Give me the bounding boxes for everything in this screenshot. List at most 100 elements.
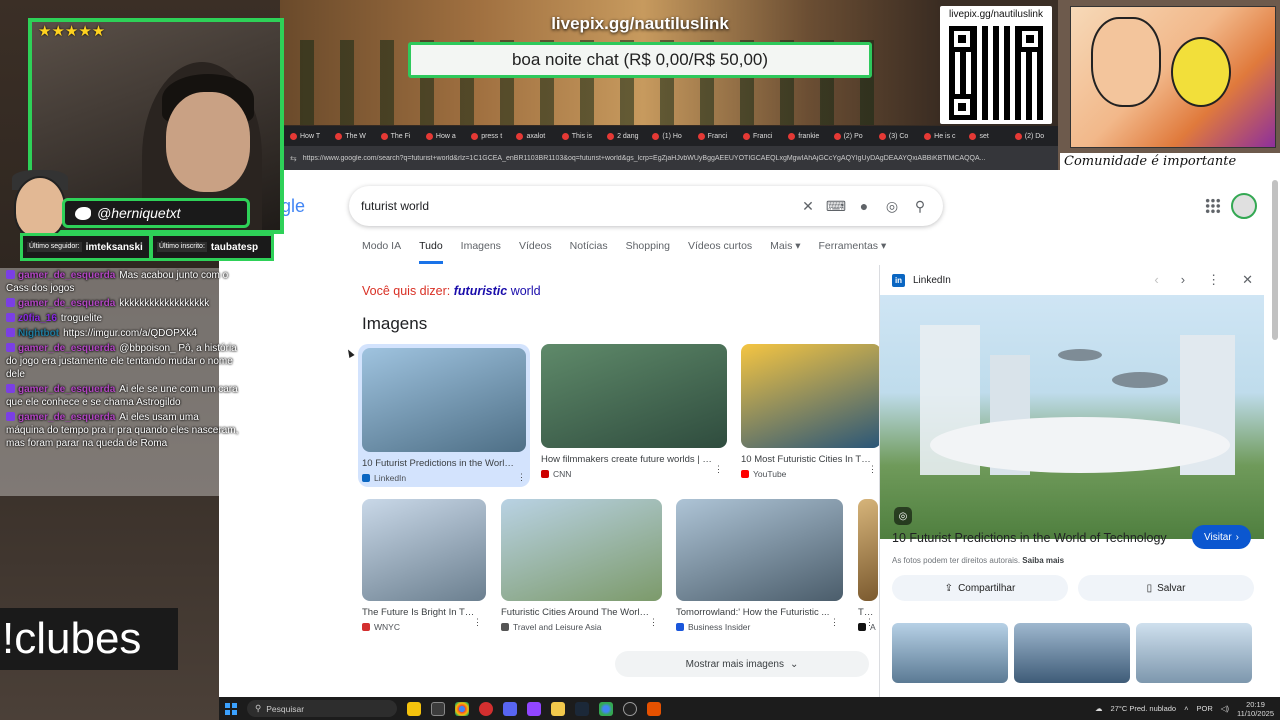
browser-tab[interactable]: How a	[422, 128, 465, 144]
image-title[interactable]: 10 Futurist Predictions in the World...	[362, 458, 526, 469]
related-image[interactable]	[1014, 623, 1130, 683]
scrollbar[interactable]	[1272, 180, 1278, 340]
chrome-icon[interactable]	[455, 701, 469, 716]
task-view-icon[interactable]	[431, 701, 445, 716]
address-url[interactable]: https://www.google.com/search?q=futurist…	[303, 155, 986, 162]
did-you-mean-link[interactable]: futuristic	[454, 284, 507, 298]
weather-text[interactable]: 27°C Pred. nublado	[1111, 704, 1177, 713]
obs-icon[interactable]	[623, 701, 637, 716]
search-tab[interactable]: Mais ▾	[770, 240, 800, 264]
browser-tab[interactable]: Franci	[739, 128, 782, 144]
folder-icon[interactable]	[551, 701, 565, 716]
image-thumbnail[interactable]	[362, 348, 526, 452]
image-result[interactable]: 10 Futurist Predictions in the World... L…	[358, 344, 530, 487]
image-title[interactable]: The Future Is Bright In Th...	[362, 607, 486, 618]
image-result[interactable]: How filmmakers create future worlds | C.…	[541, 344, 727, 479]
image-thumbnail[interactable]	[741, 344, 881, 448]
keyboard-icon[interactable]: ⌨	[825, 195, 847, 217]
chrome-active-icon[interactable]	[599, 701, 613, 716]
clock[interactable]: 20:19 11/10/2025	[1237, 700, 1274, 718]
lens-icon[interactable]: ◎	[894, 507, 912, 525]
image-thumbnail[interactable]	[501, 499, 662, 601]
image-title[interactable]: Futuristic Cities Around The World:...	[501, 607, 662, 618]
search-tab[interactable]: Ferramentas ▾	[819, 240, 887, 264]
learn-more-link[interactable]: Saiba mais	[1022, 556, 1064, 565]
browser-tab[interactable]: (2) Po	[830, 128, 873, 144]
browser-tab[interactable]: (3) Co	[875, 128, 918, 144]
avatar[interactable]	[1231, 193, 1257, 219]
did-you-mean-suffix[interactable]: world	[511, 284, 541, 298]
browser-tab[interactable]: How T	[286, 128, 329, 144]
steam-icon[interactable]	[575, 701, 589, 716]
browser-tab[interactable]: This is	[558, 128, 601, 144]
search-tab[interactable]: Vídeos curtos	[688, 240, 752, 264]
share-button[interactable]: ⇪ Compartilhar	[892, 575, 1068, 601]
widgets-icon[interactable]	[407, 701, 421, 716]
search-input[interactable]: futurist world	[361, 199, 791, 213]
discord-icon[interactable]	[503, 701, 517, 716]
image-result[interactable]: Futuristic Cities Around The World:... Tr…	[501, 499, 662, 632]
search-tab[interactable]: Notícias	[570, 240, 608, 264]
browser-tab[interactable]: axalot	[512, 128, 555, 144]
panel-source[interactable]: LinkedIn	[913, 275, 951, 286]
panel-title[interactable]: 10 Futurist Predictions in the World of …	[892, 531, 1167, 545]
app-icon[interactable]	[647, 701, 661, 716]
image-title[interactable]: 10 Most Futuristic Cities In The	[741, 454, 881, 465]
chevron-left-icon[interactable]: ‹	[1154, 272, 1158, 288]
more-vert-icon[interactable]: ⋮	[1207, 272, 1220, 288]
close-icon[interactable]: ✕	[1242, 272, 1253, 288]
more-vert-icon[interactable]: ⋮	[517, 472, 526, 483]
lens-icon[interactable]: ◎	[881, 195, 903, 217]
image-title[interactable]: How filmmakers create future worlds | C.…	[541, 454, 727, 465]
volume-icon[interactable]: ◁)	[1221, 704, 1229, 713]
show-more-images-button[interactable]: Mostrar mais imagens ⌄	[615, 651, 869, 677]
more-vert-icon[interactable]: ⋮	[868, 464, 877, 475]
search-tab[interactable]: Tudo	[419, 240, 443, 264]
tray-chevron-icon[interactable]: ˄	[1184, 704, 1188, 713]
image-title[interactable]: Tomorrowland:' How the Futuristic ...	[676, 607, 843, 618]
more-vert-icon[interactable]: ⋮	[714, 464, 723, 475]
browser-tab[interactable]: Franci	[694, 128, 737, 144]
chevron-right-icon[interactable]: ›	[1181, 272, 1185, 288]
related-image[interactable]	[892, 623, 1008, 683]
twitch-icon[interactable]	[527, 701, 541, 716]
search-icon[interactable]: ⚲	[909, 195, 931, 217]
visit-button[interactable]: Visitar ›	[1192, 525, 1251, 549]
search-tab[interactable]: Shopping	[626, 240, 670, 264]
address-bar[interactable]: ⇆ https://www.google.com/search?q=futuri…	[282, 146, 1058, 170]
clear-icon[interactable]: ✕	[797, 195, 819, 217]
preview-image[interactable]: ◎	[880, 295, 1264, 539]
browser-tab[interactable]: set	[965, 128, 1008, 144]
image-thumbnail[interactable]	[676, 499, 843, 601]
more-vert-icon[interactable]: ⋮	[649, 617, 658, 628]
windows-start-icon[interactable]	[225, 702, 237, 715]
taskbar-search[interactable]: ⚲ Pesquisar	[247, 700, 397, 717]
apps-grid-icon[interactable]	[1205, 198, 1221, 214]
image-result[interactable]: 10 Most Futuristic Cities In The YouTube ⋮	[741, 344, 881, 479]
browser-tab[interactable]: The W	[331, 128, 374, 144]
more-vert-icon[interactable]: ⋮	[830, 617, 839, 628]
more-vert-icon[interactable]: ⋮	[473, 617, 482, 628]
image-thumbnail[interactable]	[541, 344, 727, 448]
browser-tab[interactable]: (1) Ho	[648, 128, 691, 144]
image-thumbnail[interactable]	[858, 499, 878, 601]
browser-tab[interactable]: press t	[467, 128, 510, 144]
vivaldi-icon[interactable]	[479, 701, 493, 716]
more-vert-icon[interactable]: ⋮	[865, 617, 874, 628]
search-tab[interactable]: Imagens	[461, 240, 501, 264]
browser-tab[interactable]: (2) Do	[1011, 128, 1054, 144]
image-result[interactable]: The Future Is Bright In Th... WNYC ⋮	[362, 499, 486, 632]
image-thumbnail[interactable]	[362, 499, 486, 601]
browser-tab[interactable]: 2 dang	[603, 128, 646, 144]
browser-tab[interactable]: The Fi	[377, 128, 420, 144]
image-result[interactable]: The A ⋮	[858, 499, 878, 632]
lang-indicator[interactable]: POR	[1196, 704, 1212, 713]
related-image[interactable]	[1136, 623, 1252, 683]
image-result[interactable]: Tomorrowland:' How the Futuristic ... Bus…	[676, 499, 843, 632]
search-box[interactable]: futurist world ✕ ⌨ ● ◎ ⚲	[349, 186, 943, 226]
browser-tab[interactable]: frankie	[784, 128, 827, 144]
search-tab[interactable]: Modo IA	[362, 240, 401, 264]
browser-tab[interactable]: He is c	[920, 128, 963, 144]
microphone-icon[interactable]: ●	[853, 195, 875, 217]
save-button[interactable]: ▯ Salvar	[1078, 575, 1254, 601]
